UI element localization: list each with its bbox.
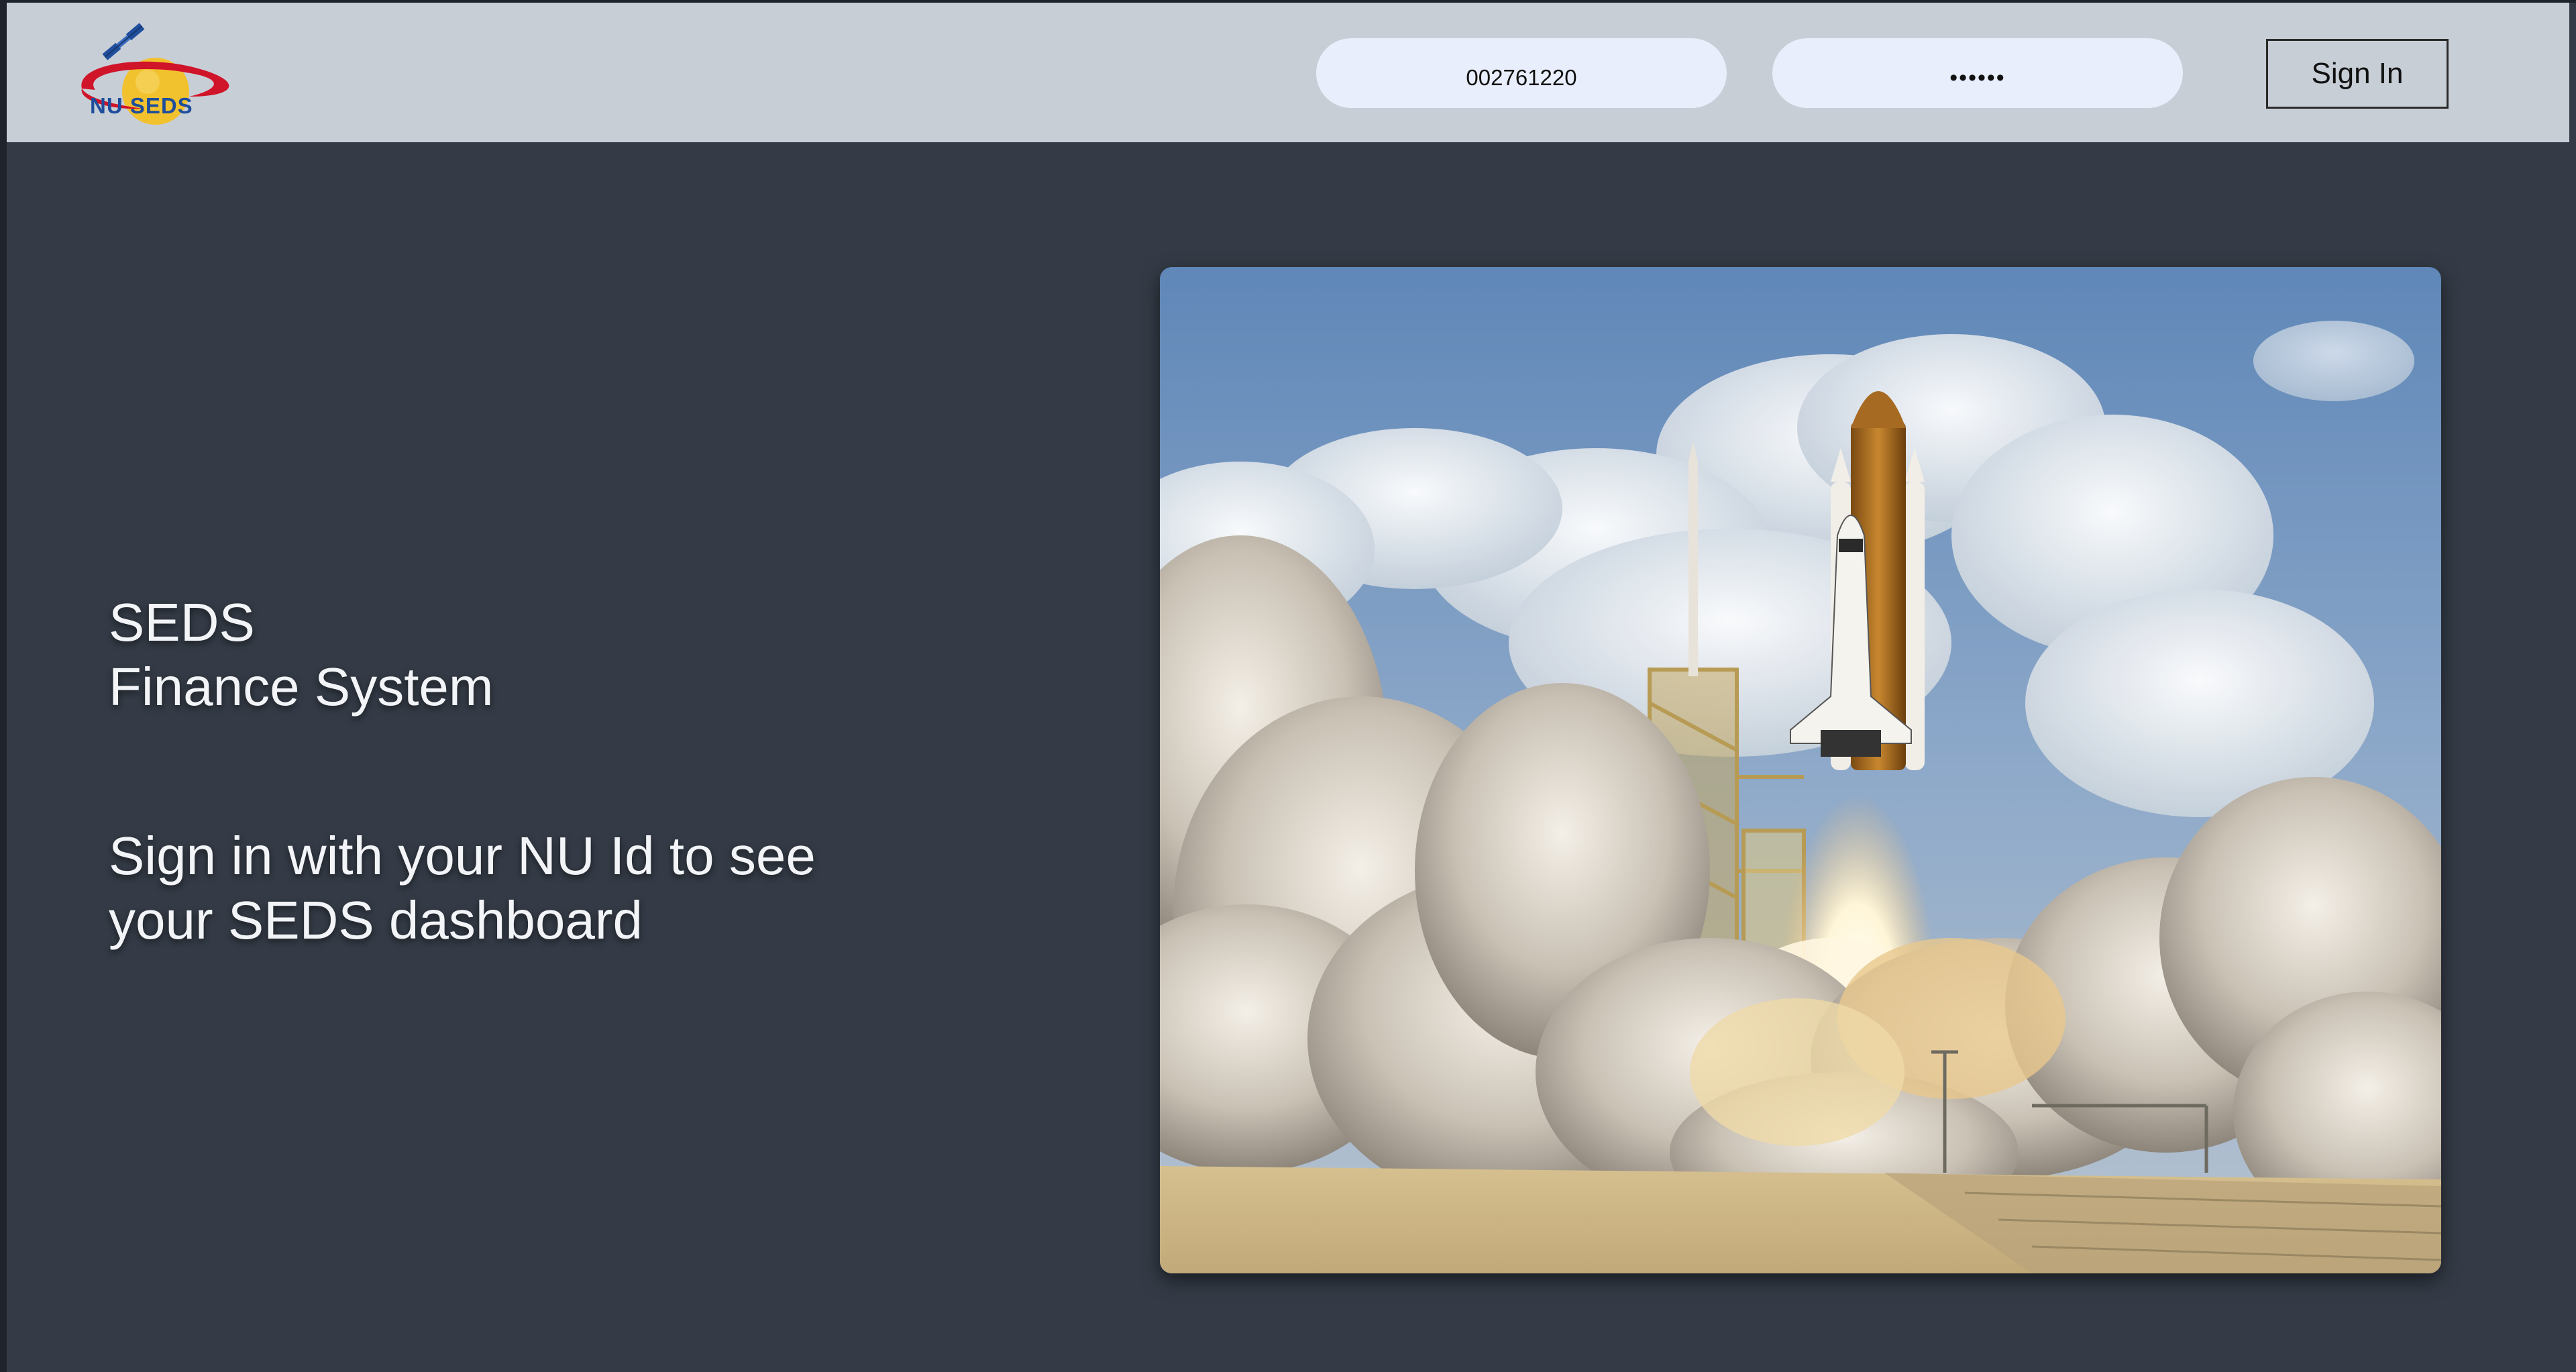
space-shuttle-launch-image xyxy=(1160,267,2441,1273)
nu-id-input[interactable] xyxy=(1316,38,1727,108)
top-bar: NU SEDS Sign In xyxy=(7,3,2569,142)
sign-in-instructions: Sign in with your NU Id to see your SEDS… xyxy=(109,824,816,953)
app-window: NU SEDS Sign In SEDS Finance System Sign… xyxy=(0,0,2576,1372)
satellite-orbit-logo[interactable]: NU SEDS xyxy=(68,16,250,134)
logo-text: NU SEDS xyxy=(90,93,193,118)
page-title: SEDS Finance System xyxy=(109,590,494,719)
page-title-line-2: Finance System xyxy=(109,657,494,717)
instructions-line-1: Sign in with your NU Id to see xyxy=(109,826,816,886)
instructions-line-2: your SEDS dashboard xyxy=(109,890,643,950)
page-title-line-1: SEDS xyxy=(109,592,255,652)
sign-in-button[interactable]: Sign In xyxy=(2266,39,2449,109)
window-edge xyxy=(0,0,7,1372)
password-input[interactable] xyxy=(1772,38,2183,108)
